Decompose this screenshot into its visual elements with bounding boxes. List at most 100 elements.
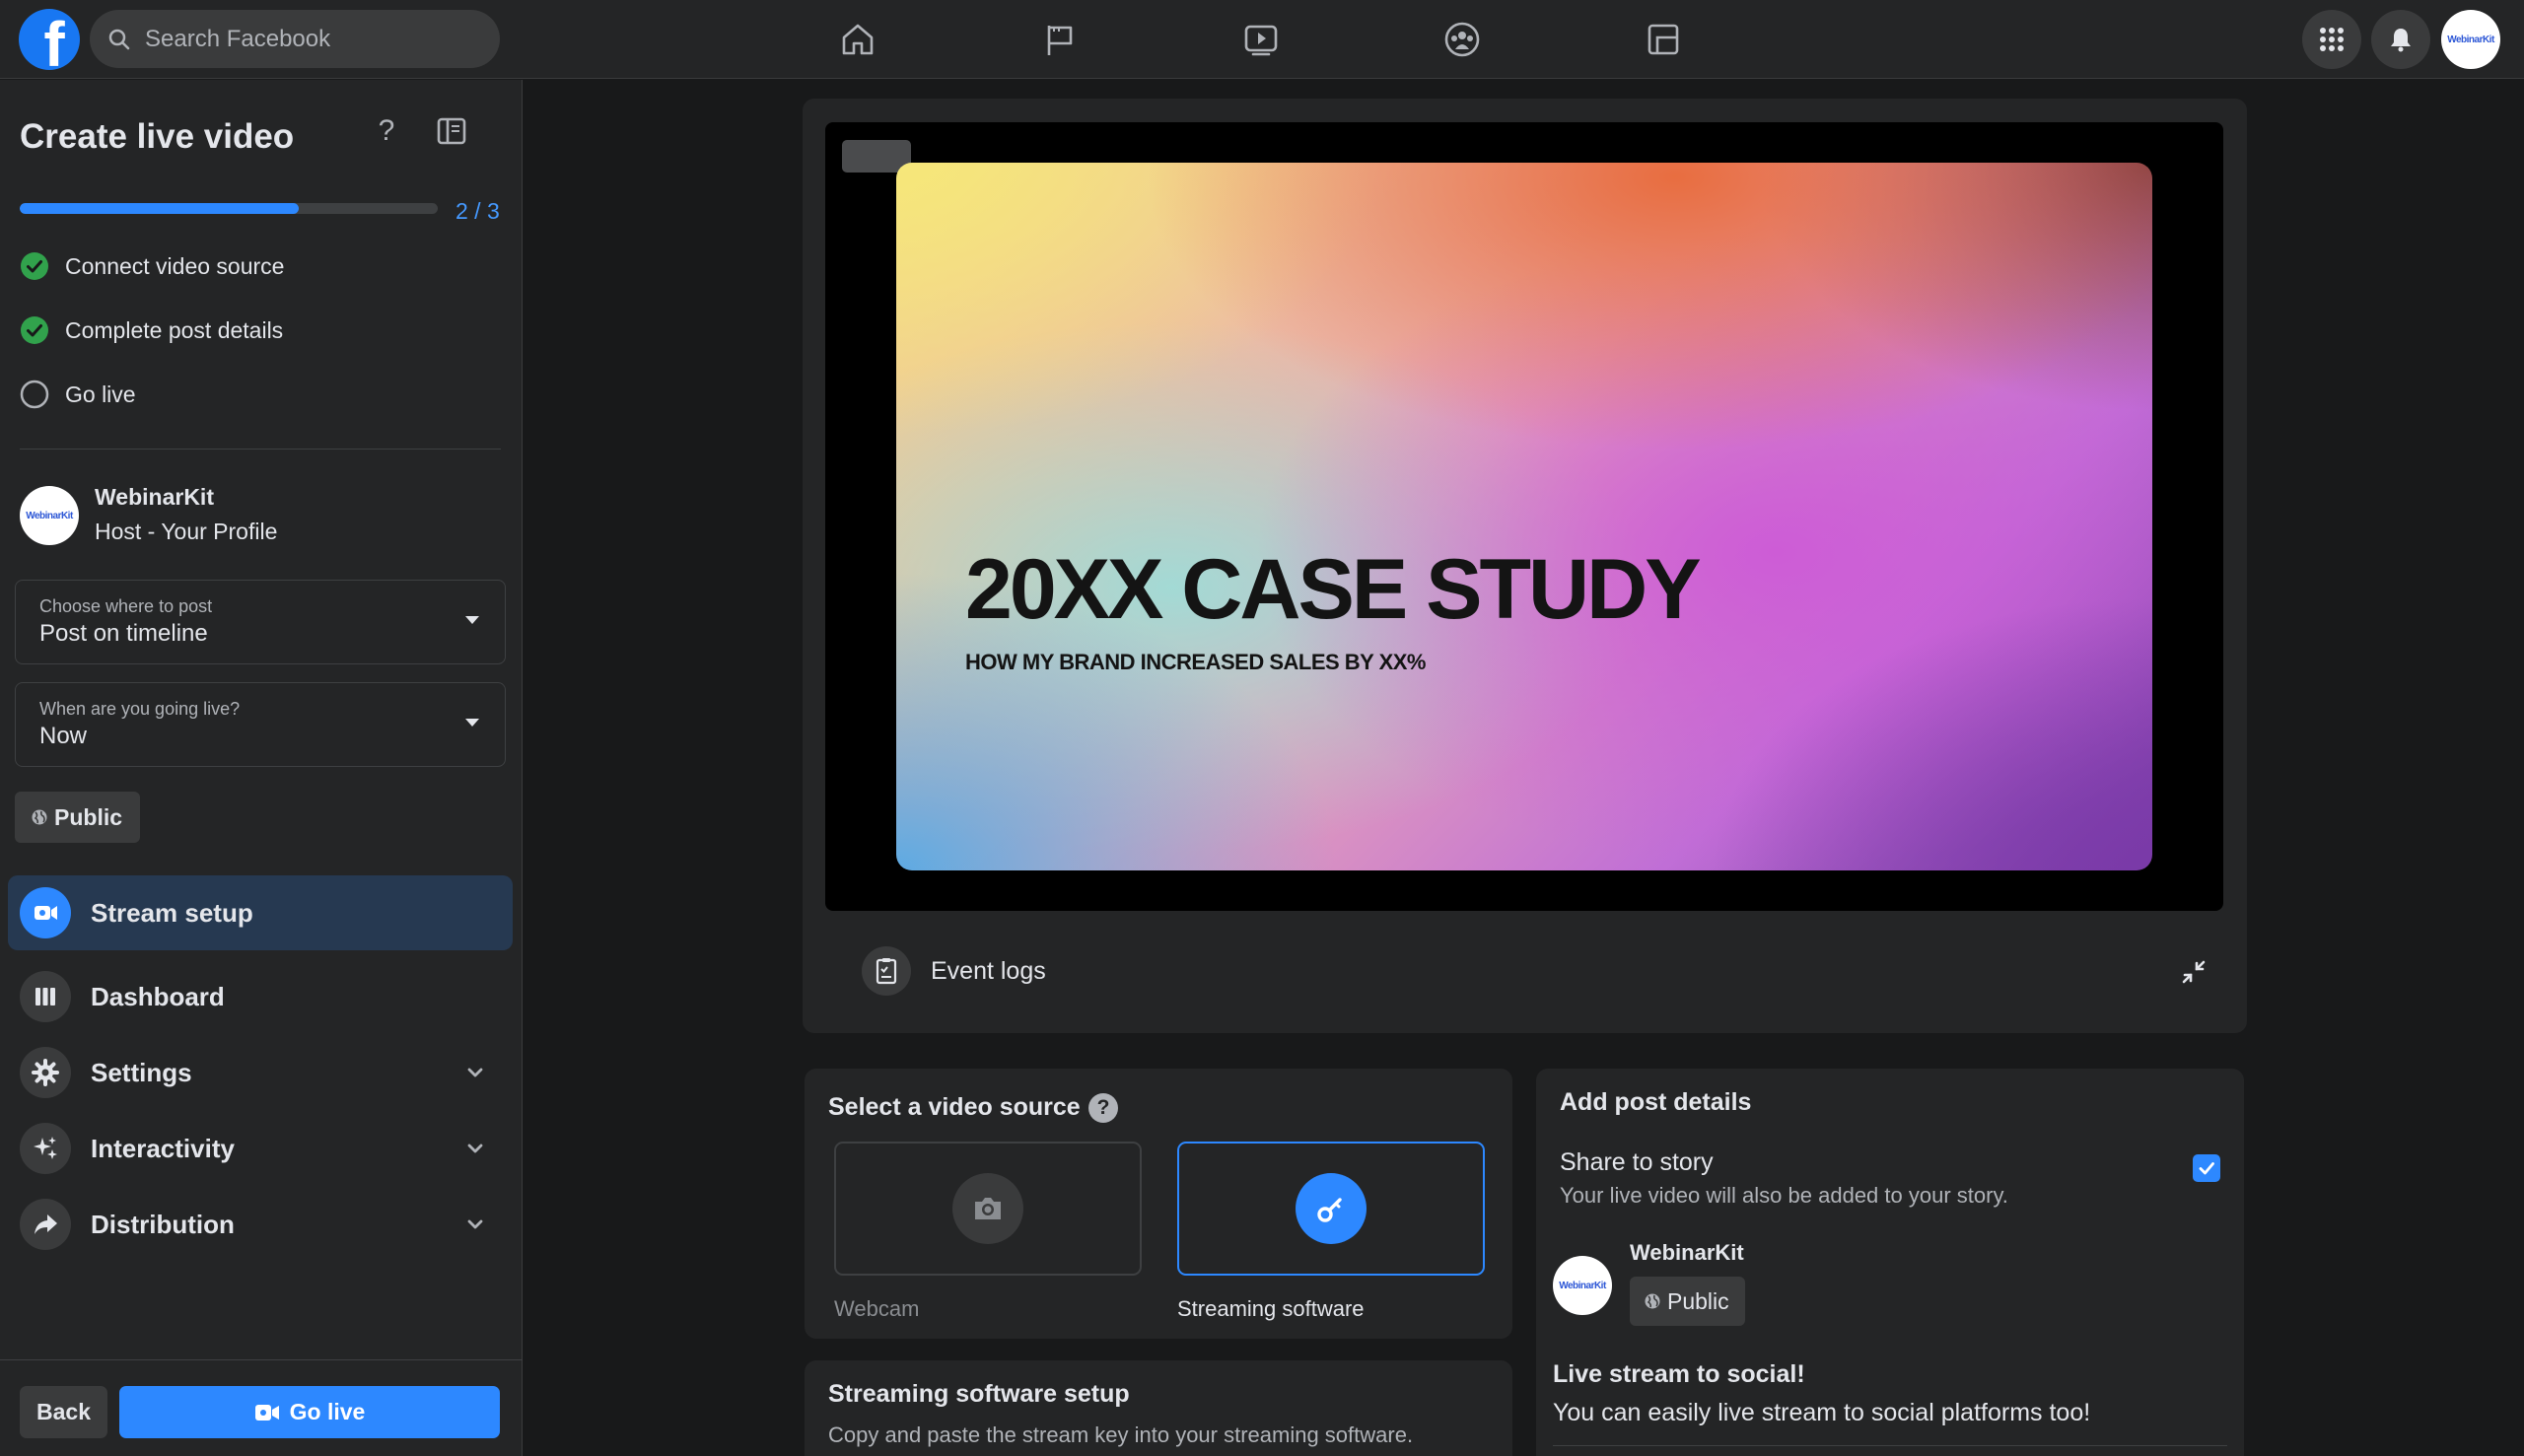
- live-preview-card: 20XX CASE STUDY HOW MY BRAND INCREASED S…: [803, 99, 2247, 1033]
- search-box[interactable]: [90, 10, 500, 68]
- privacy-button[interactable]: Public: [1630, 1277, 1745, 1326]
- share-to-story-description: Your live video will also be added to yo…: [1560, 1183, 2008, 1208]
- streaming-setup-description: Copy and paste the stream key into your …: [828, 1422, 1414, 1447]
- slide-preview-image: 20XX CASE STUDY HOW MY BRAND INCREASED S…: [896, 163, 2152, 870]
- dashboard-icon: [20, 971, 71, 1022]
- help-icon[interactable]: ?: [369, 113, 404, 149]
- menu-label: Dashboard: [91, 981, 225, 1011]
- privacy-label: Public: [1667, 1287, 1729, 1314]
- empty-circle-icon: [20, 380, 49, 409]
- flag-icon[interactable]: [1034, 14, 1086, 65]
- top-navigation-bar: f WebinarKit: [0, 0, 2524, 79]
- select-value: Post on timeline: [39, 620, 208, 647]
- help-icon[interactable]: ?: [1088, 1093, 1118, 1123]
- menu-label: Settings: [91, 1057, 192, 1087]
- event-logs-icon[interactable]: [862, 946, 911, 996]
- divider: [0, 1359, 523, 1360]
- webcam-option[interactable]: [834, 1142, 1142, 1276]
- notifications-bell-icon[interactable]: [2371, 10, 2430, 69]
- step-label: Connect video source: [65, 252, 285, 279]
- streaming-software-option[interactable]: [1177, 1142, 1485, 1276]
- caret-down-icon: [465, 616, 479, 624]
- menu-settings[interactable]: Settings: [8, 1035, 513, 1110]
- video-source-card: Select a video source ? Webcam Streaming…: [805, 1069, 1512, 1339]
- privacy-label: Public: [54, 803, 123, 830]
- back-button[interactable]: Back: [20, 1386, 107, 1438]
- groups-icon[interactable]: [1437, 14, 1488, 65]
- video-source-title: Select a video source: [828, 1093, 1081, 1121]
- step-connect-video-source: Connect video source: [20, 249, 284, 283]
- live-stream-social-description: You can easily live stream to social pla…: [1553, 1399, 2091, 1426]
- caret-down-icon: [465, 719, 479, 727]
- menu-dashboard[interactable]: Dashboard: [8, 959, 513, 1034]
- toggle-panel-icon[interactable]: [434, 113, 469, 149]
- profile-name: WebinarKit: [1630, 1240, 1744, 1265]
- progress-text: 2 / 3: [456, 198, 500, 224]
- profile-avatar[interactable]: WebinarKit: [2441, 10, 2500, 69]
- chevron-down-icon: [467, 1219, 483, 1229]
- slide-title: 20XX CASE STUDY: [965, 542, 1702, 637]
- step-go-live: Go live: [20, 378, 136, 411]
- select-label: Choose where to post: [39, 596, 213, 616]
- divider: [20, 449, 501, 450]
- share-to-story-checkbox[interactable]: [2193, 1154, 2220, 1182]
- privacy-button[interactable]: Public: [15, 792, 141, 843]
- checkmark-icon: [2199, 1162, 2214, 1175]
- menu-distribution[interactable]: Distribution: [8, 1187, 513, 1262]
- video-preview: 20XX CASE STUDY HOW MY BRAND INCREASED S…: [825, 122, 2223, 911]
- avatar-logo-text: WebinarKit: [2447, 34, 2494, 45]
- check-circle-icon: [21, 252, 48, 280]
- step-label: Complete post details: [65, 316, 284, 343]
- step-complete-post-details: Complete post details: [20, 313, 283, 347]
- globe-icon: [32, 809, 47, 825]
- gaming-icon[interactable]: [1638, 14, 1689, 65]
- progress-bar: [20, 203, 438, 214]
- camera-icon: [952, 1173, 1023, 1244]
- go-live-time-select[interactable]: When are you going live? Now: [15, 682, 506, 767]
- avatar-logo-text: WebinarKit: [1559, 1280, 1606, 1291]
- menu-grid-icon[interactable]: [2302, 10, 2361, 69]
- globe-icon: [1645, 1293, 1660, 1309]
- select-label: When are you going live?: [39, 699, 241, 719]
- host-avatar: WebinarKit: [20, 486, 79, 545]
- event-logs-label[interactable]: Event logs: [931, 957, 1046, 986]
- chevron-down-icon: [467, 1144, 483, 1153]
- streaming-software-label: Streaming software: [1177, 1296, 1365, 1321]
- host-name: WebinarKit: [95, 484, 214, 510]
- search-input[interactable]: [145, 25, 470, 53]
- gear-icon: [20, 1047, 71, 1098]
- streaming-setup-card: Streaming software setup Copy and paste …: [805, 1360, 1512, 1456]
- slide-subtitle: HOW MY BRAND INCREASED SALES BY XX%: [965, 650, 1426, 674]
- collapse-icon[interactable]: [2176, 954, 2211, 990]
- post-destination-select[interactable]: Choose where to post Post on timeline: [15, 580, 506, 664]
- menu-label: Interactivity: [91, 1133, 235, 1163]
- host-role: Host - Your Profile: [95, 519, 278, 544]
- menu-interactivity[interactable]: Interactivity: [8, 1111, 513, 1186]
- progress-bar-fill: [20, 203, 299, 214]
- step-label: Go live: [65, 381, 136, 407]
- menu-stream-setup[interactable]: Stream setup: [8, 875, 513, 950]
- home-icon[interactable]: [832, 14, 883, 65]
- go-live-label: Go live: [289, 1399, 366, 1424]
- profile-avatar: WebinarKit: [1553, 1256, 1612, 1315]
- share-arrow-icon: [20, 1199, 71, 1250]
- watch-icon[interactable]: [1235, 14, 1287, 65]
- live-stream-social-title: Live stream to social!: [1553, 1360, 1805, 1388]
- post-details-title: Add post details: [1560, 1088, 1752, 1116]
- check-circle-icon: [21, 316, 48, 344]
- go-live-button[interactable]: Go live: [119, 1386, 500, 1438]
- select-value: Now: [39, 723, 88, 749]
- live-camera-icon: [20, 887, 71, 938]
- webcam-label: Webcam: [834, 1296, 920, 1321]
- menu-label: Distribution: [91, 1209, 235, 1239]
- menu-label: Stream setup: [91, 897, 253, 928]
- divider: [1553, 1445, 2227, 1446]
- key-icon: [1296, 1173, 1367, 1244]
- avatar-logo-text: WebinarKit: [26, 510, 73, 521]
- streaming-setup-title: Streaming software setup: [828, 1380, 1130, 1408]
- live-camera-icon: [254, 1404, 279, 1421]
- create-live-sidebar: Create live video ? 2 / 3 Connect video …: [0, 80, 523, 1456]
- post-details-card: Add post details Share to story Your liv…: [1536, 1069, 2244, 1456]
- page-title: Create live video: [20, 117, 295, 156]
- facebook-logo[interactable]: f: [19, 9, 80, 70]
